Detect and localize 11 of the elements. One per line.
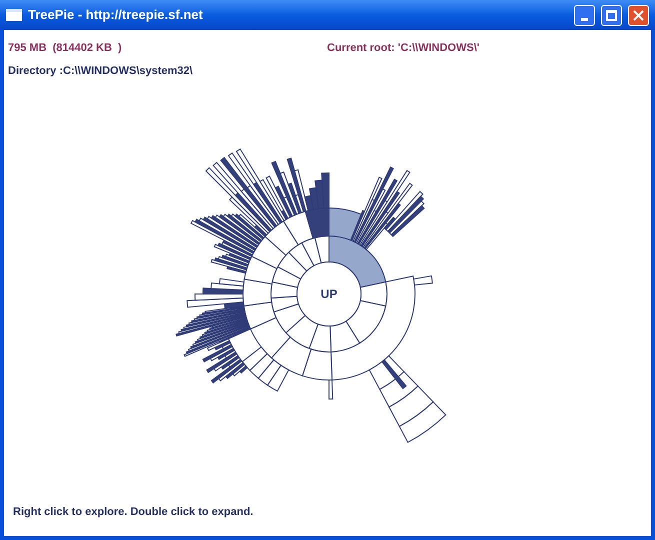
maximize-button[interactable] — [601, 4, 622, 26]
status-hint: Right click to explore. Double click to expand. — [12, 504, 254, 520]
current-root-label: Current root: 'C:\\WINDOWS\' — [327, 41, 480, 56]
minimize-button[interactable] — [574, 4, 595, 26]
window-title: TreePie - http://treepie.sf.net — [28, 6, 204, 24]
directory-label: Directory :C:\\WINDOWS\system32\ — [7, 64, 194, 78]
close-button[interactable] — [628, 4, 649, 26]
size-label: 795 MB (814402 KB ) — [8, 41, 123, 56]
close-icon — [633, 10, 644, 20]
up-label[interactable]: UP — [320, 287, 337, 302]
window-icon — [6, 9, 22, 21]
